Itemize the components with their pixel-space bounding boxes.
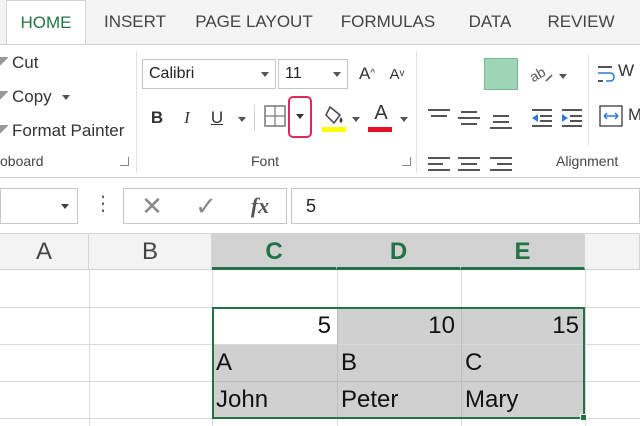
bottom-align-button-active[interactable] — [484, 58, 518, 90]
clipboard-group-label: oboard — [0, 153, 44, 169]
borders-button[interactable] — [262, 103, 288, 129]
merge-center-icon — [599, 105, 623, 127]
cut-label: Cut — [12, 53, 39, 72]
orientation-button[interactable]: ab — [527, 59, 568, 89]
font-color-letter: A — [374, 102, 388, 124]
more-options-icon[interactable]: ⋮ — [93, 190, 113, 218]
shrink-font-icon: A — [389, 66, 400, 83]
insert-function-button[interactable]: fx — [242, 189, 278, 223]
font-group-label: Font — [251, 153, 280, 169]
column-header-f[interactable] — [585, 234, 640, 270]
enter-icon[interactable]: ✓ — [188, 189, 224, 223]
wrap-text-icon — [598, 66, 615, 82]
font-launcher-icon[interactable] — [402, 157, 411, 166]
font-color-swatch — [368, 127, 392, 132]
column-header-d[interactable]: D — [337, 234, 461, 270]
increase-indent-button[interactable] — [560, 107, 584, 129]
selection-border — [212, 307, 585, 419]
grow-font-button[interactable]: A^ — [356, 59, 378, 89]
copy-icon — [0, 90, 8, 105]
gridline — [585, 270, 586, 426]
tab-insert[interactable]: INSERT — [92, 0, 178, 44]
font-size-combo[interactable]: 11 — [278, 59, 348, 89]
worksheet-grid[interactable]: A B C D E 5 10 15 A B C John Peter Mary — [0, 234, 640, 426]
underline-dropdown-icon[interactable] — [238, 117, 246, 122]
fill-color-swatch — [322, 127, 346, 132]
borders-dropdown-button[interactable] — [288, 96, 312, 138]
tab-page-layout[interactable]: PAGE LAYOUT — [182, 0, 326, 44]
font-name-value: Calibri — [149, 65, 195, 82]
divider — [588, 55, 589, 145]
copy-label: Copy — [12, 87, 52, 106]
underline-button[interactable]: U — [206, 103, 228, 133]
font-name-combo[interactable]: Calibri — [142, 59, 276, 89]
chevron-down-icon — [61, 204, 69, 209]
column-header-b[interactable]: B — [89, 234, 212, 270]
chevron-down-icon — [261, 72, 269, 77]
chevron-down-icon — [296, 114, 304, 119]
top-align-icon[interactable] — [428, 109, 450, 127]
tab-home[interactable]: HOME — [6, 0, 86, 45]
merge-center-button[interactable]: M — [598, 103, 640, 133]
group-divider — [136, 51, 137, 173]
grow-font-icon: A — [358, 64, 371, 83]
name-box[interactable] — [0, 188, 78, 224]
decrease-indent-button[interactable] — [530, 107, 554, 129]
gridline — [89, 270, 90, 426]
bold-button[interactable]: B — [146, 103, 168, 133]
column-header-e[interactable]: E — [461, 234, 585, 270]
alignment-group-label: Alignment — [556, 153, 619, 169]
font-color-button[interactable]: A — [368, 101, 394, 133]
column-header-c[interactable]: C — [212, 234, 337, 270]
chevron-down-icon — [333, 72, 341, 77]
borders-icon — [264, 105, 286, 127]
fill-color-button[interactable] — [322, 103, 348, 133]
tab-data[interactable]: DATA — [452, 0, 528, 44]
cut-button[interactable]: Cut — [0, 53, 38, 73]
tab-formulas[interactable]: FORMULAS — [330, 0, 446, 44]
decrease-indent-icon — [532, 109, 552, 127]
align-center-icon[interactable] — [458, 157, 480, 175]
fill-handle[interactable] — [580, 414, 587, 421]
svg-text:ab: ab — [528, 63, 548, 85]
formula-bar: ⋮ ✕ ✓ fx 5 — [0, 178, 640, 234]
format-painter-label: Format Painter — [12, 121, 125, 140]
cancel-icon[interactable]: ✕ — [134, 189, 170, 223]
ribbon-tabs: HOME INSERT PAGE LAYOUT FORMULAS DATA RE… — [0, 0, 640, 45]
fill-color-dropdown-icon[interactable] — [352, 117, 360, 122]
column-header-a[interactable]: A — [0, 234, 89, 270]
formula-buttons: ✕ ✓ fx — [123, 188, 287, 224]
shrink-font-button[interactable]: Av — [386, 59, 408, 89]
divider — [254, 105, 255, 131]
wrap-text-label: W — [618, 61, 635, 80]
align-right-icon[interactable] — [490, 157, 512, 175]
italic-button[interactable]: I — [176, 103, 198, 133]
bottom-align-icon — [490, 115, 512, 133]
copy-dropdown-icon[interactable] — [62, 95, 70, 100]
clipboard-launcher-icon[interactable] — [120, 157, 129, 166]
wrap-text-button[interactable]: W — [596, 59, 640, 89]
increase-indent-icon — [562, 109, 582, 127]
align-left-icon[interactable] — [428, 157, 450, 175]
formula-input[interactable]: 5 — [291, 188, 640, 224]
group-divider — [416, 51, 417, 173]
middle-align-icon[interactable] — [458, 111, 480, 129]
font-color-dropdown-icon[interactable] — [400, 117, 408, 122]
merge-label-fragment: M — [628, 105, 640, 124]
paintbrush-icon — [0, 124, 8, 139]
orientation-icon: ab — [527, 63, 567, 85]
ribbon: Cut Copy Format Painter oboard Calibri 1… — [0, 44, 640, 178]
tab-review[interactable]: REVIEW — [534, 0, 628, 44]
format-painter-button[interactable]: Format Painter — [0, 121, 124, 141]
font-size-value: 11 — [285, 65, 302, 82]
copy-button[interactable]: Copy — [0, 87, 70, 107]
scissors-icon — [0, 56, 8, 71]
